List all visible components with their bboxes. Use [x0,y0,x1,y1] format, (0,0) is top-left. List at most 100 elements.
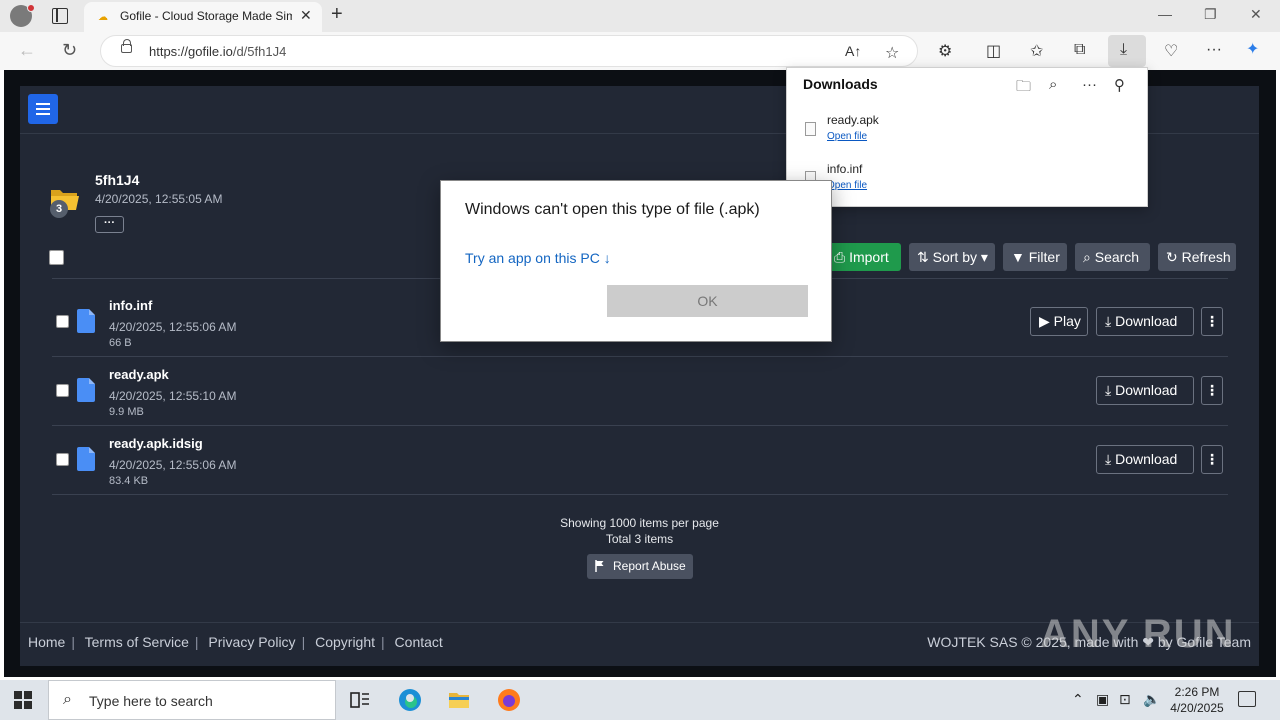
address-bar[interactable]: https://gofile.io/d/5fh1J4 A↑ ☆ [100,35,918,67]
footer-link-home[interactable]: Home [28,634,65,650]
open-file-link[interactable]: Open file [827,131,867,142]
gofile-favicon-icon: ☁ [98,12,108,23]
ok-button[interactable]: OK [607,285,808,317]
favorite-star-icon[interactable]: ☆ [885,43,899,63]
task-view-icon[interactable] [348,688,372,712]
profile-avatar-icon[interactable] [10,4,35,27]
folder-options-button[interactable]: ··· [95,216,124,233]
file-size: 83.4 KB [109,475,149,487]
reload-icon[interactable]: ↻ [62,40,77,61]
file-date: 4/20/2025, 12:55:10 AM [109,389,237,403]
download-icon: ⤓ [1105,313,1116,329]
firefox-icon[interactable] [497,688,521,712]
open-file-link[interactable]: Open file [827,180,867,191]
footer-link-copyright[interactable]: Copyright [315,634,375,650]
search-button[interactable]: ⌕ Search [1075,243,1150,271]
downloads-button[interactable]: ⤓ [1108,35,1146,67]
row-options-button[interactable]: ⋮ [1201,307,1223,336]
new-tab-button[interactable]: + [331,3,343,26]
collections-icon[interactable]: ⧉ [1074,41,1085,59]
file-icon [77,447,95,471]
flag-icon [595,560,604,572]
taskbar-search-box[interactable]: ⌕ Type here to search [48,680,336,720]
download-arrow-icon: ⤓ [1120,41,1128,58]
network-icon[interactable]: ⊡ [1119,691,1131,708]
back-arrow-icon[interactable]: ← [18,40,36,61]
folder-date: 4/20/2025, 12:55:05 AM [95,192,223,206]
close-window-button[interactable]: ✕ [1250,6,1262,23]
filter-icon: ▼ [1011,249,1029,265]
favorites-icon[interactable]: ✩ [1030,41,1043,61]
close-tab-button[interactable]: ✕ [300,7,312,24]
file-name[interactable]: ready.apk [109,367,169,382]
download-icon: ⤓ [1105,382,1116,398]
more-menu-icon[interactable]: ··· [1206,41,1222,59]
folder-title: 5fh1J4 [95,172,140,188]
device-icon[interactable]: ▣ [1096,691,1109,708]
pin-icon[interactable]: ⚲ [1114,76,1125,94]
row-options-button[interactable]: ⋮ [1201,376,1223,405]
open-folder-icon[interactable]: 🗀 [1016,76,1031,101]
file-size: 66 B [109,337,132,349]
clock-time: 2:26 PM [1174,685,1220,699]
download-icon: ⤓ [1105,451,1116,467]
search-downloads-icon[interactable]: ⌕ [1049,76,1057,93]
downloads-title: Downloads [803,76,878,92]
taskbar-clock[interactable]: 2:26 PM 4/20/2025 [1160,684,1234,716]
anyrun-watermark: ANY RUN [1040,612,1236,656]
sort-icon: ⇅ [917,249,933,265]
download-file-name: info.inf [827,162,863,176]
url-text[interactable]: https://gofile.io/d/5fh1J4 [149,44,286,59]
file-name[interactable]: ready.apk.idsig [109,436,203,451]
tab-title: Gofile - Cloud Storage Made Simple [120,9,292,23]
file-date: 4/20/2025, 12:55:06 AM [109,458,237,472]
file-explorer-icon[interactable] [447,688,471,712]
download-button[interactable]: ⤓ Download [1096,445,1194,474]
volume-icon[interactable]: 🔈 [1143,691,1160,708]
extensions-icon[interactable]: ⚙ [938,41,952,61]
menu-hamburger-button[interactable] [28,94,58,124]
more-options-icon[interactable]: ··· [1082,76,1097,93]
footer-link-privacy[interactable]: Privacy Policy [208,634,295,650]
filter-button[interactable]: ▼ Filter [1003,243,1067,271]
edge-browser-icon[interactable] [398,688,422,712]
file-name[interactable]: info.inf [109,298,152,313]
footer-link-terms[interactable]: Terms of Service [85,634,189,650]
notification-icon[interactable] [1238,691,1256,707]
sort-by-button[interactable]: ⇅ Sort by ▾ [909,243,995,271]
tray-overflow-icon[interactable]: ⌃ [1072,691,1084,708]
import-button[interactable]: ⎙ Import [826,243,901,271]
browser-toolbar: ← ↻ https://gofile.io/d/5fh1J4 A↑ ☆ ⚙ ◫ … [0,32,1280,70]
report-abuse-button[interactable]: Report Abuse [587,554,693,579]
divider [52,494,1228,495]
footer-link-contact[interactable]: Contact [395,634,443,650]
copilot-icon[interactable]: ✦ [1246,39,1259,59]
read-aloud-icon[interactable]: A↑ [845,43,861,59]
refresh-icon: ↻ [1166,249,1182,265]
footer-links: Home | Terms of Service | Privacy Policy | … [28,634,443,650]
restore-button[interactable]: ❐ [1204,6,1217,23]
play-button[interactable]: ▶ Play [1030,307,1088,336]
download-button[interactable]: ⤓ Download [1096,376,1194,405]
tab-actions-icon[interactable] [52,8,68,24]
total-items-text: Total 3 items [605,532,674,546]
row-checkbox[interactable] [56,453,69,466]
file-size: 9.9 MB [109,406,144,418]
search-icon: ⌕ [1083,249,1095,265]
archive-file-icon [77,378,95,402]
row-checkbox[interactable] [56,384,69,397]
row-checkbox[interactable] [56,315,69,328]
browser-tab[interactable]: ☁ Gofile - Cloud Storage Made Simple ✕ [84,2,322,32]
select-all-checkbox[interactable] [49,250,64,265]
row-options-button[interactable]: ⋮ [1201,445,1223,474]
download-button[interactable]: ⤓ Download [1096,307,1194,336]
text-file-icon [77,309,95,333]
split-screen-icon[interactable]: ◫ [986,41,1001,61]
minimize-button[interactable]: — [1158,6,1172,22]
try-app-link[interactable]: Try an app on this PC ↓ [465,250,611,266]
windows-start-icon[interactable] [14,691,32,709]
divider [52,425,1228,426]
browser-essentials-icon[interactable]: ♡ [1164,41,1178,61]
refresh-button[interactable]: ↻ Refresh [1158,243,1236,271]
lock-icon[interactable] [121,39,132,53]
